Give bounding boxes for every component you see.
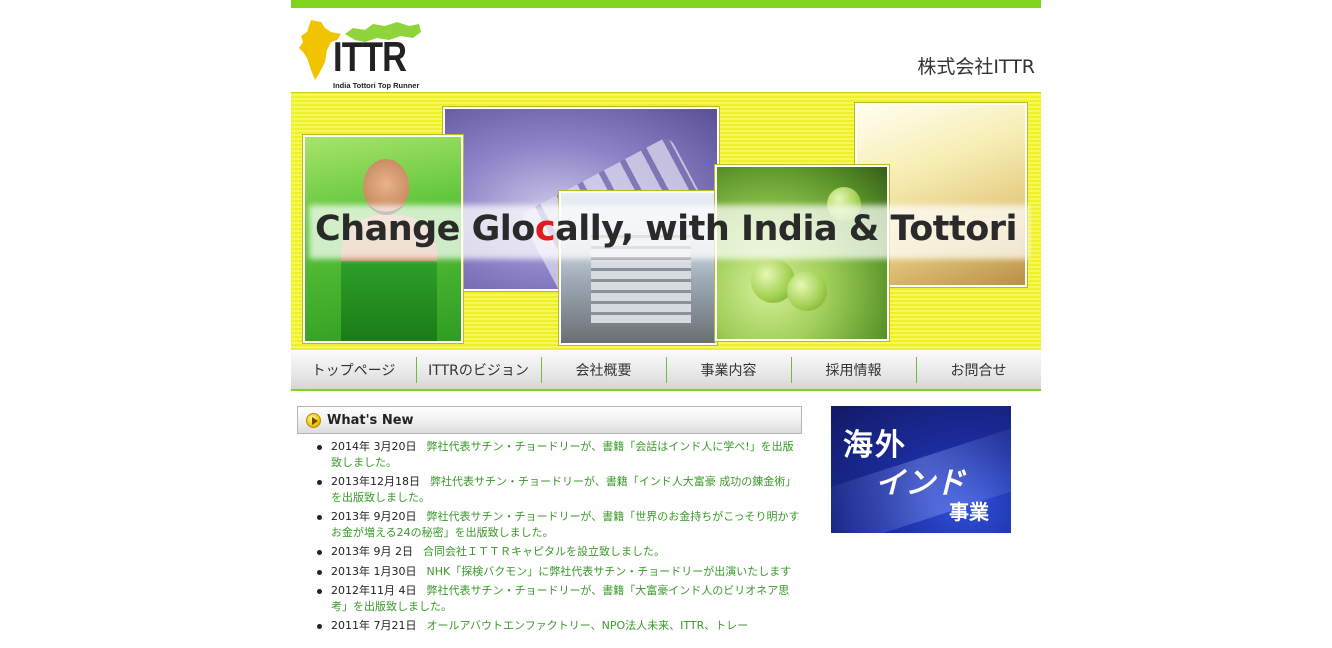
- arrow-bullet-icon: [306, 413, 321, 428]
- nav-item-contact[interactable]: お問合せ: [916, 351, 1041, 389]
- news-item: 2013年 9月 2日 合同会社ＩＴＴＲキャピタルを設立致しました。: [313, 544, 803, 560]
- news-item: 2013年 9月20日 弊社代表サチン・チョードリーが、書籍「世界のお金持ちがこっ…: [313, 509, 803, 540]
- whats-new-title: What's New: [327, 413, 414, 428]
- news-date: 2012年11月 4日: [331, 584, 417, 597]
- whats-new-header: What's New: [297, 406, 802, 434]
- news-date: 2013年 9月20日: [331, 510, 417, 523]
- company-name: 株式会社ITTR: [917, 56, 1035, 78]
- site-header: ITTR India Tottori Top Runner 株式会社ITTR: [291, 8, 1041, 92]
- news-date: 2014年 3月20日: [331, 440, 417, 453]
- slogan-highlight: c: [534, 209, 556, 249]
- nav-item-top[interactable]: トップページ: [291, 351, 416, 389]
- top-accent-bar: [291, 0, 1041, 8]
- slogan-part-2: ally, with India & Tottori: [555, 209, 1018, 249]
- news-link[interactable]: NHK「探検バクモン」に弊社代表サチン・チョードリーが出演いたします: [427, 565, 792, 578]
- nav-item-recruit[interactable]: 採用情報: [791, 351, 916, 389]
- news-list: 2014年 3月20日 弊社代表サチン・チョードリーが、書籍「会話はインド人に学べ…: [313, 439, 803, 638]
- logo-text: ITTR: [333, 33, 407, 80]
- pear-fruit: [787, 271, 827, 311]
- slogan-part-1: Change Glo: [314, 209, 535, 249]
- logo-subtitle: India Tottori Top Runner: [333, 81, 420, 90]
- news-link[interactable]: オールアバウトエンファクトリー、NPO法人未来、ITTR、トレー: [427, 619, 749, 632]
- news-item: 2012年11月 4日 弊社代表サチン・チョードリーが、書籍「大富豪インド人のビリ…: [313, 583, 803, 614]
- news-date: 2013年 9月 2日: [331, 545, 413, 558]
- page: ITTR India Tottori Top Runner 株式会社ITTR C…: [291, 0, 1041, 648]
- news-item: 2013年12月18日 弊社代表サチン・チョードリーが、書籍「インド人大富豪 成功…: [313, 474, 803, 505]
- news-item: 2013年 1月30日 NHK「探検バクモン」に弊社代表サチン・チョードリーが出演…: [313, 564, 803, 580]
- hero-banner: Change Glocally, with India & Tottori: [291, 92, 1041, 350]
- main-navigation: トップページ ITTRのビジョン 会社概要 事業内容 採用情報 お問合せ: [291, 351, 1041, 391]
- news-date: 2013年12月18日: [331, 475, 420, 488]
- news-date: 2011年 7月21日: [331, 619, 417, 632]
- overseas-india-business-banner[interactable]: 海外 インド 事業: [831, 406, 1011, 533]
- news-link[interactable]: 合同会社ＩＴＴＲキャピタルを設立致しました。: [423, 545, 665, 558]
- nav-item-company[interactable]: 会社概要: [541, 351, 666, 389]
- nav-item-business[interactable]: 事業内容: [666, 351, 791, 389]
- news-item: 2011年 7月21日 オールアバウトエンファクトリー、NPO法人未来、ITTR、…: [313, 618, 803, 634]
- news-date: 2013年 1月30日: [331, 564, 417, 578]
- news-item: 2014年 3月20日 弊社代表サチン・チョードリーが、書籍「会話はインド人に学べ…: [313, 439, 803, 470]
- hero-slogan: Change Glocally, with India & Tottori: [291, 209, 1041, 249]
- banner-line-3: 事業: [949, 500, 989, 524]
- nav-item-vision[interactable]: ITTRのビジョン: [416, 351, 541, 389]
- ittr-logo[interactable]: ITTR India Tottori Top Runner: [297, 18, 421, 90]
